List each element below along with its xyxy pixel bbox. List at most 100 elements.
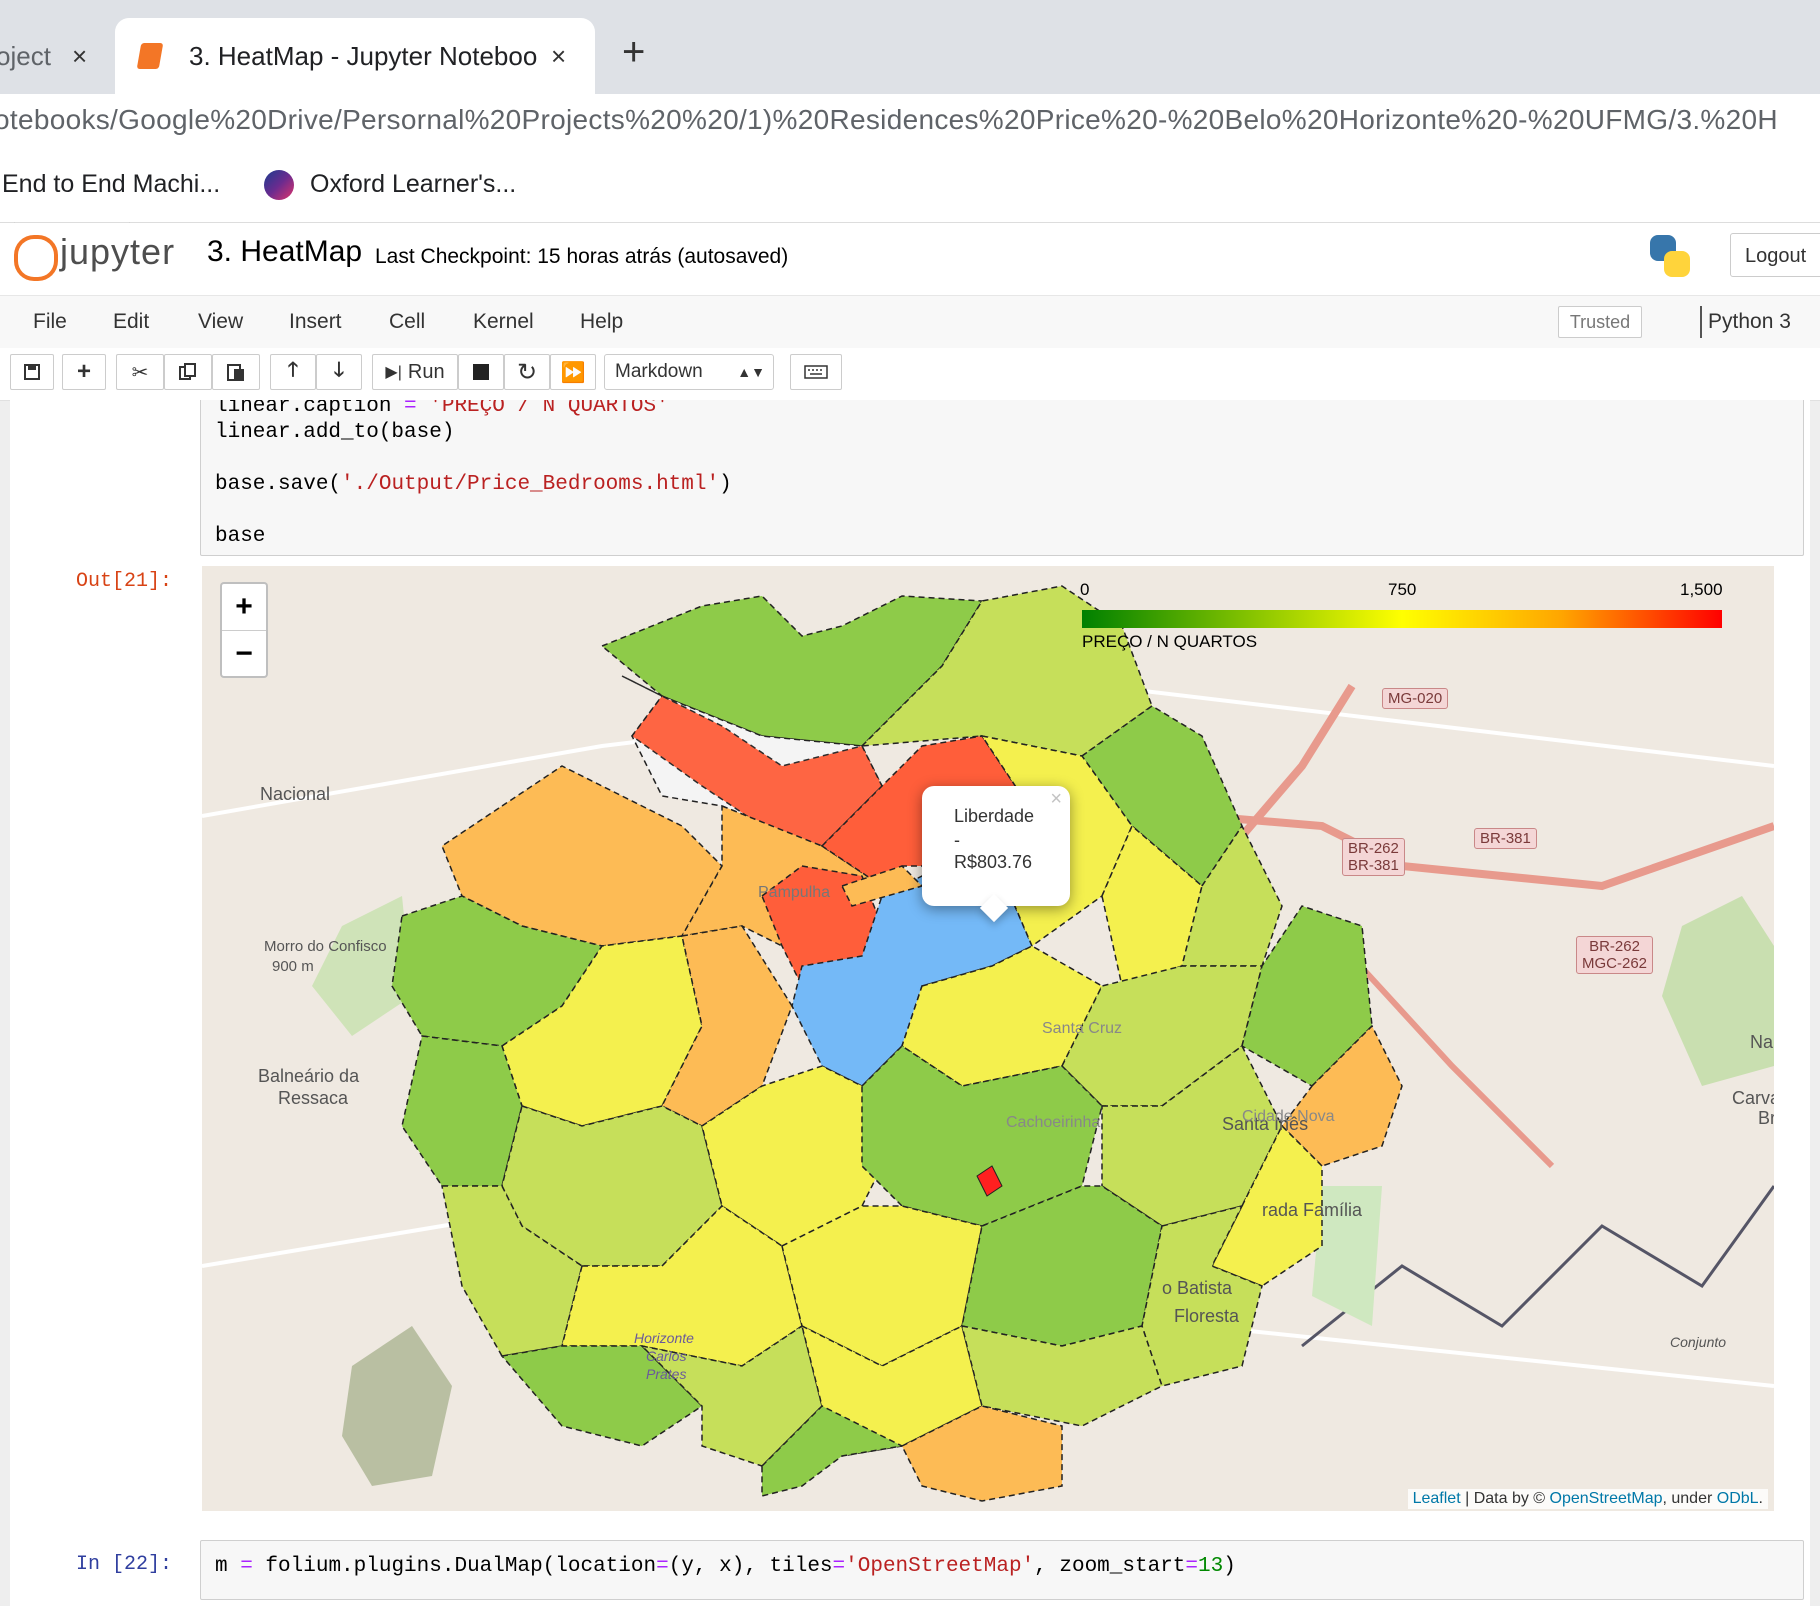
code-cell[interactable]: m = folium.plugins.DualMap(location=(y, … bbox=[200, 1540, 1804, 1600]
place-label: Ressaca bbox=[278, 1088, 349, 1108]
menu-kernel[interactable]: Kernel bbox=[473, 310, 534, 334]
move-up-button[interactable]: 🡑 bbox=[270, 354, 316, 390]
tab-title: oject bbox=[0, 40, 51, 71]
move-down-button[interactable]: 🡓 bbox=[316, 354, 362, 390]
legend-color-bar bbox=[1082, 610, 1722, 628]
place-label: Conjunto bbox=[1670, 1334, 1727, 1350]
place-label: Floresta bbox=[1174, 1306, 1240, 1326]
place-label: Horizonte bbox=[634, 1330, 694, 1346]
insert-cell-button[interactable]: + bbox=[62, 354, 106, 390]
place-label: o Batista bbox=[1162, 1278, 1233, 1298]
python-logo-icon bbox=[1648, 233, 1692, 279]
save-icon bbox=[24, 364, 40, 380]
notebook-name[interactable]: 3. HeatMap bbox=[207, 235, 362, 269]
url-text[interactable]: otebooks/Google%20Drive/Persornal%20Proj… bbox=[0, 104, 1778, 136]
divider bbox=[1700, 306, 1702, 338]
restart-run-all-button[interactable]: ⏩ bbox=[550, 354, 596, 390]
map-popup: × Liberdade - R$803.76 bbox=[922, 786, 1070, 923]
zoom-out-button[interactable]: − bbox=[222, 631, 266, 677]
map-canvas[interactable] bbox=[202, 566, 1774, 1511]
color-legend: 0 750 1,500 PREÇO / N QUARTOS bbox=[1080, 580, 1723, 651]
bookmark-item[interactable]: Oxford Learner's... bbox=[310, 170, 516, 199]
code-line: linear.caption = 'PREÇO / N QUARTOS' bbox=[215, 400, 669, 418]
code-line: base bbox=[215, 525, 266, 548]
plus-icon: + bbox=[76, 358, 91, 385]
run-button[interactable]: ▶| Run bbox=[372, 354, 458, 390]
place-label: Santa Cruz bbox=[1042, 1020, 1123, 1037]
kernel-indicator[interactable]: Python 3 bbox=[1708, 310, 1791, 334]
place-label: Na bbox=[1750, 1032, 1774, 1052]
copy-icon bbox=[179, 363, 196, 380]
close-icon[interactable]: × bbox=[72, 41, 87, 72]
logout-button[interactable]: Logout bbox=[1730, 233, 1820, 277]
menu-insert[interactable]: Insert bbox=[289, 310, 342, 334]
map-attribution: Leaflet | Data by © OpenStreetMap, under… bbox=[1407, 1489, 1768, 1509]
output-prompt: Out[21]: bbox=[76, 570, 173, 593]
cell-type-select[interactable]: Markdown ▲▼ bbox=[604, 354, 774, 390]
browser-tab-active[interactable]: 3. HeatMap - Jupyter Noteboo × bbox=[115, 18, 595, 94]
place-label: Cachoeirinha bbox=[1006, 1114, 1101, 1131]
cell-type-value: Markdown bbox=[615, 361, 703, 382]
code-line: m = folium.plugins.DualMap(location=(y, … bbox=[215, 1555, 1236, 1578]
menu-help[interactable]: Help bbox=[580, 310, 623, 334]
checkpoint-status: Last Checkpoint: 15 horas atrás (autosav… bbox=[375, 245, 789, 268]
bookmark-item[interactable]: End to End Machi... bbox=[2, 170, 220, 199]
legend-caption: PREÇO / N QUARTOS bbox=[1082, 632, 1258, 651]
step-forward-icon: ▶| bbox=[385, 364, 402, 381]
popup-neighborhood: Liberdade bbox=[954, 806, 1035, 826]
place-label: 900 m bbox=[272, 958, 314, 975]
jupyter-logo-icon[interactable] bbox=[14, 235, 58, 281]
close-icon[interactable]: × bbox=[551, 41, 566, 72]
place-label: rada Família bbox=[1262, 1200, 1363, 1220]
menu-file[interactable]: File bbox=[33, 310, 67, 334]
copy-button[interactable] bbox=[164, 354, 212, 390]
fast-forward-icon: ⏩ bbox=[560, 361, 586, 384]
osm-link[interactable]: OpenStreetMap bbox=[1550, 1490, 1663, 1507]
notebook-container: linear.caption = 'PREÇO / N QUARTOS' lin… bbox=[10, 400, 1810, 1606]
legend-tick: 0 bbox=[1080, 580, 1090, 599]
tab-title: 3. HeatMap - Jupyter Noteboo bbox=[189, 40, 538, 71]
place-label: Balneário da bbox=[258, 1066, 360, 1086]
arrow-down-icon: 🡓 bbox=[333, 359, 345, 381]
heatmap[interactable]: Nacional Morro do Confisco 900 m Balneár… bbox=[202, 566, 1774, 1511]
jupyter-logo-text[interactable]: jupyter bbox=[60, 231, 175, 273]
oxford-icon bbox=[264, 170, 294, 200]
new-tab-button[interactable]: + bbox=[622, 30, 645, 75]
code-line: linear.add_to(base) bbox=[215, 421, 455, 444]
road-shield: MG-020 bbox=[1382, 688, 1449, 709]
interrupt-button[interactable] bbox=[458, 354, 504, 390]
scissors-icon: ✂ bbox=[131, 361, 149, 384]
stop-icon bbox=[473, 364, 489, 380]
place-label: Morro do Confisco bbox=[264, 938, 387, 955]
code-cell[interactable]: linear.caption = 'PREÇO / N QUARTOS' lin… bbox=[200, 400, 1804, 556]
jupyter-header: jupyter 3. HeatMap Last Checkpoint: 15 h… bbox=[0, 223, 1820, 295]
place-label: Cidade Nova bbox=[1242, 1108, 1335, 1125]
road-shield: BR-381 bbox=[1474, 828, 1537, 849]
browser-tab-bar: oject × 3. HeatMap - Jupyter Noteboo × + bbox=[0, 0, 1820, 94]
road-shield: BR-262 MGC-262 bbox=[1576, 936, 1654, 974]
address-bar[interactable]: otebooks/Google%20Drive/Persornal%20Proj… bbox=[0, 94, 1820, 150]
leaflet-link[interactable]: Leaflet bbox=[1413, 1490, 1461, 1507]
restart-button[interactable]: ↻ bbox=[504, 354, 550, 390]
paste-icon bbox=[227, 364, 244, 381]
save-button[interactable] bbox=[10, 354, 54, 390]
cut-button[interactable]: ✂ bbox=[116, 354, 164, 390]
place-label: Nacional bbox=[260, 784, 331, 804]
place-label: Prates bbox=[646, 1366, 687, 1382]
place-label: Pampulha bbox=[758, 884, 831, 901]
place-label: Carlos bbox=[646, 1348, 687, 1364]
browser-tab-inactive[interactable]: oject × bbox=[0, 18, 110, 94]
trusted-badge[interactable]: Trusted bbox=[1558, 306, 1642, 338]
zoom-in-button[interactable]: + bbox=[222, 584, 266, 631]
road-shield: BR-262 BR-381 bbox=[1342, 838, 1405, 876]
code-line: base.save('./Output/Price_Bedrooms.html'… bbox=[215, 473, 732, 496]
paste-button[interactable] bbox=[212, 354, 260, 390]
run-label: Run bbox=[407, 360, 445, 383]
menu-edit[interactable]: Edit bbox=[113, 310, 149, 334]
menu-cell[interactable]: Cell bbox=[389, 310, 425, 334]
menu-view[interactable]: View bbox=[198, 310, 243, 334]
close-icon[interactable]: × bbox=[1050, 788, 1062, 811]
command-palette-button[interactable] bbox=[790, 354, 842, 390]
notebook-toolbar: + ✂ 🡑 🡓 ▶| Run ↻ ⏩ Markdown ▲▼ bbox=[0, 348, 1820, 401]
odbl-link[interactable]: ODbL bbox=[1717, 1490, 1759, 1507]
